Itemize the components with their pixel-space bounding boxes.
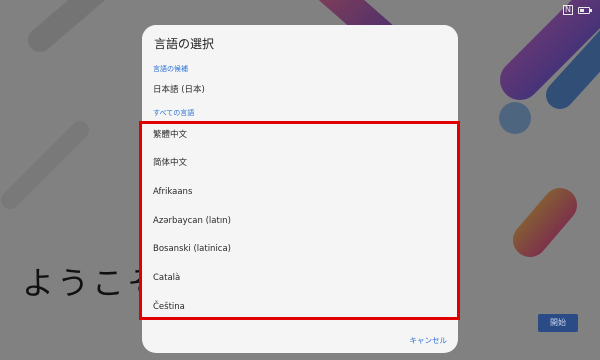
suggested-languages-header: 言語の候補 <box>153 65 188 73</box>
all-languages-header: すべての言語 <box>153 109 195 117</box>
language-item[interactable]: 繁體中文 <box>142 121 458 149</box>
language-item[interactable]: Afrikaans <box>142 178 458 206</box>
language-item[interactable]: Čeština <box>142 293 458 321</box>
language-item-suggested[interactable]: 日本語 (日本) <box>142 76 458 104</box>
language-item[interactable]: Català <box>142 264 458 292</box>
cancel-button[interactable]: キャンセル <box>410 335 448 346</box>
status-bar: N <box>563 5 592 15</box>
language-select-dialog: 言語の選択 言語の候補 日本語 (日本) すべての言語 繁體中文 简体中文 Af… <box>142 25 458 353</box>
welcome-heading: ようこそ <box>22 264 163 302</box>
dialog-title: 言語の選択 <box>154 37 215 51</box>
nfc-icon: N <box>563 5 573 15</box>
language-item[interactable]: 简体中文 <box>142 149 458 177</box>
language-item[interactable]: Bosanski (latinica) <box>142 235 458 263</box>
start-button[interactable]: 開始 <box>538 314 578 332</box>
battery-icon <box>578 6 592 14</box>
language-item[interactable]: Azərbaycan (latın) <box>142 207 458 235</box>
